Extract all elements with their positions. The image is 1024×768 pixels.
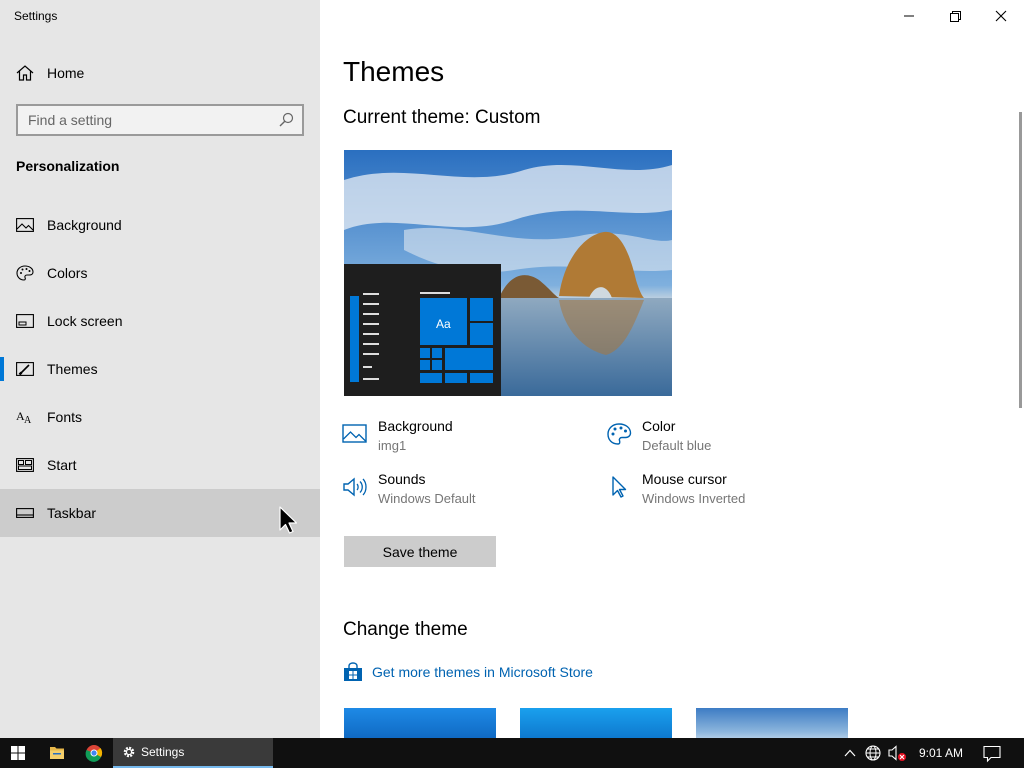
brush-icon [16,362,34,376]
sidebar-item-home[interactable]: Home [0,56,320,90]
property-value: img1 [378,438,407,453]
property-name: Color [642,418,676,434]
scrollbar[interactable] [1019,112,1022,408]
theme-preview-image [344,150,672,396]
sidebar-item-label: Themes [47,361,98,377]
preview-tile-text: Aa [436,317,451,331]
folder-icon [50,747,64,759]
store-icon [344,662,362,681]
taskbar-settings-app[interactable]: Settings [113,738,273,768]
cursor-icon [612,476,627,498]
close-icon [995,10,1007,22]
home-icon [16,65,34,81]
home-label: Home [47,65,85,81]
store-link-text[interactable]: Get more themes in Microsoft Store [372,664,593,680]
sidebar-item-label: Lock screen [47,313,123,329]
app-title: Settings [14,9,58,23]
notification-icon [983,745,1001,763]
lock-screen-icon [16,314,34,328]
minimize-icon [904,15,914,17]
property-name: Background [378,418,453,434]
section-title: Personalization [16,158,120,174]
sidebar-item-themes[interactable]: Themes [0,345,320,393]
property-value: Windows Default [378,491,476,506]
palette-icon [607,423,632,445]
theme-property-mouse-cursor[interactable]: Mouse cursor Windows Inverted [606,471,846,515]
picture-icon [342,424,367,443]
taskbar: Settings 9:01 AM [0,738,1024,768]
current-theme-heading: Current theme: Custom [343,107,541,128]
search-icon[interactable] [278,112,294,128]
search-box[interactable] [16,104,304,136]
restore-icon [950,11,961,22]
theme-property-sounds[interactable]: Sounds Windows Default [342,471,582,515]
window-controls [886,0,1024,32]
palette-icon [16,265,34,281]
sidebar-item-label: Taskbar [47,505,97,521]
minimize-button[interactable] [886,0,932,32]
property-value: Windows Inverted [642,491,746,506]
network-button[interactable] [862,738,884,768]
change-theme-heading: Change theme [343,619,468,640]
property-name: Sounds [378,471,426,487]
save-theme-button[interactable]: Save theme [344,536,496,567]
volume-muted-icon [888,745,906,761]
page-title: Themes [343,56,445,87]
taskbar-settings-label: Settings [141,745,185,759]
theme-property-background[interactable]: Background img1 [342,418,582,462]
theme-thumbnail[interactable] [520,708,672,738]
svg-text:A: A [24,415,32,425]
windows-logo-icon [11,746,25,760]
property-name: Mouse cursor [642,471,727,487]
theme-thumbnail[interactable] [344,708,496,738]
sidebar-item-label: Colors [47,265,88,281]
close-button[interactable] [978,0,1024,32]
active-indicator [0,357,4,381]
property-value: Default blue [642,438,712,453]
theme-property-color[interactable]: Color Default blue [606,418,846,462]
restore-button[interactable] [932,0,978,32]
action-center-button[interactable] [978,738,1006,768]
sidebar: Settings Home Personalization Background [0,0,320,738]
main-content: Themes Current theme: Custom Aa Backgrou… [320,0,1024,738]
sidebar-item-label: Background [47,217,122,233]
sidebar-item-label: Start [47,457,77,473]
globe-icon [865,745,881,761]
chevron-up-icon [844,749,856,757]
sidebar-item-fonts[interactable]: A A Fonts [0,393,320,441]
search-input[interactable] [18,106,274,134]
taskbar-icon [16,508,34,518]
sidebar-item-label: Fonts [47,409,83,425]
fonts-icon: A A [16,409,32,425]
taskbar-chrome[interactable] [76,738,112,768]
sidebar-item-lock-screen[interactable]: Lock screen [0,297,320,345]
picture-icon [16,218,34,232]
sidebar-item-background[interactable]: Background [0,201,320,249]
sidebar-nav: Background Colors Lock screen Themes A A… [0,201,320,537]
sidebar-item-taskbar[interactable]: Taskbar [0,489,320,537]
clock[interactable]: 9:01 AM [919,746,963,760]
show-hidden-icons-button[interactable] [838,738,862,768]
store-link[interactable]: Get more themes in Microsoft Store [343,662,593,682]
sidebar-item-colors[interactable]: Colors [0,249,320,297]
chrome-icon [85,745,103,762]
gear-icon [123,746,135,758]
speaker-icon [343,477,367,497]
mouse-pointer [279,506,298,534]
theme-preview: Aa [344,150,672,396]
volume-button[interactable] [886,738,910,768]
taskbar-file-explorer[interactable] [39,738,75,768]
sidebar-item-start[interactable]: Start [0,441,320,489]
start-button[interactable] [0,738,36,768]
theme-thumbnail[interactable] [696,708,848,738]
start-icon [16,458,34,472]
